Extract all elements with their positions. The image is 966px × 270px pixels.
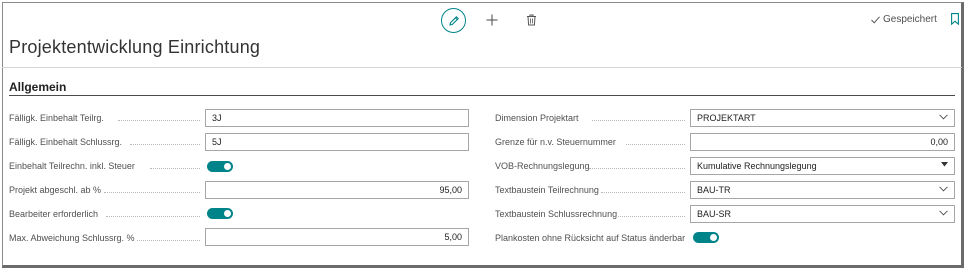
field-leader [118,120,200,121]
vob-rechnungslegung-select[interactable]: Kumulative Rechnungslegung [690,157,955,175]
toggle-knob [710,234,717,241]
textbaustein-schlussrechnung-value: BAU-SR [697,209,732,219]
textbaustein-schlussrechnung-dropdown[interactable]: BAU-SR [690,205,955,223]
grenze-steuernummer-input[interactable]: 0,00 [690,133,955,151]
max-abweichung-input[interactable]: 5,00 [205,228,469,246]
field-label-grenze-steuernummer: Grenze für n.v. Steuernummer [495,137,616,147]
chevron-down-icon [941,162,948,167]
section-divider [9,95,955,96]
field-leader [104,192,200,193]
chevron-down-icon [939,186,948,192]
einbehalt-steuer-toggle[interactable] [207,161,233,172]
plankosten-status-toggle[interactable] [693,232,719,243]
section-title[interactable]: Allgemein [9,80,66,94]
trash-icon [526,14,536,26]
edit-button[interactable] [441,8,466,33]
field-label-plankosten-status: Plankosten ohne Rücksicht auf Status änd… [495,233,686,243]
toggle-knob [224,163,231,170]
save-status-text: Gespeichert [883,14,937,25]
bearbeiter-toggle[interactable] [207,208,233,219]
save-status: Gespeichert [871,14,937,25]
textbaustein-teilrechnung-dropdown[interactable]: BAU-TR [690,181,955,199]
textbaustein-teilrechnung-value: BAU-TR [697,185,731,195]
pencil-icon [448,15,459,26]
field-leader [106,216,200,217]
vob-rechnungslegung-value: Kumulative Rechnungslegung [697,161,817,171]
field-leader [601,192,685,193]
field-label-max-abweichung: Max. Abweichung Schlussrg. % [9,233,135,243]
toggle-knob [224,210,231,217]
delete-button[interactable] [522,11,540,29]
field-label-textbaustein-teilrechnung: Textbaustein Teilrechnung [495,185,599,195]
chevron-down-icon [939,114,948,120]
field-leader [130,144,200,145]
field-leader [616,216,685,217]
field-label-projekt-abgeschl: Projekt abgeschl. ab % [9,185,102,195]
new-button[interactable] [483,11,501,29]
bookmark-button[interactable] [951,12,959,30]
field-label-einbehalt-steuer: Einbehalt Teilrechn. inkl. Steuer [9,161,135,171]
field-leader [626,144,685,145]
page-title: Projektentwicklung Einrichtung [9,37,261,57]
field-leader [589,168,685,169]
faelligk-teilrg-input[interactable]: 3J [205,109,469,127]
field-label-vob-rechnungslegung: VOB-Rechnungslegung [495,161,590,171]
field-leader [592,120,685,121]
plus-icon [486,14,498,26]
field-leader [150,168,200,169]
chevron-down-icon [939,210,948,216]
field-label-dimension-projektart: Dimension Projektart [495,113,579,123]
dimension-projektart-value: PROJEKTART [697,113,756,123]
title-divider [2,67,962,68]
bookmark-icon [951,13,959,26]
field-label-faelligk-schlussrg: Fälligk. Einbehalt Schlussrg. [9,137,123,147]
faelligk-schlussrg-input[interactable]: 5J [205,133,469,151]
field-label-bearbeiter: Bearbeiter erforderlich [9,209,99,219]
field-label-faelligk-teilrg: Fälligk. Einbehalt Teilrg. [9,113,104,123]
field-label-textbaustein-schlussrechnung: Textbaustein Schlussrechnung [495,209,618,219]
projekt-abgeschl-input[interactable]: 95,00 [205,181,469,199]
dimension-projektart-dropdown[interactable]: PROJEKTART [690,109,955,127]
check-icon [871,15,880,24]
field-leader [137,240,200,241]
